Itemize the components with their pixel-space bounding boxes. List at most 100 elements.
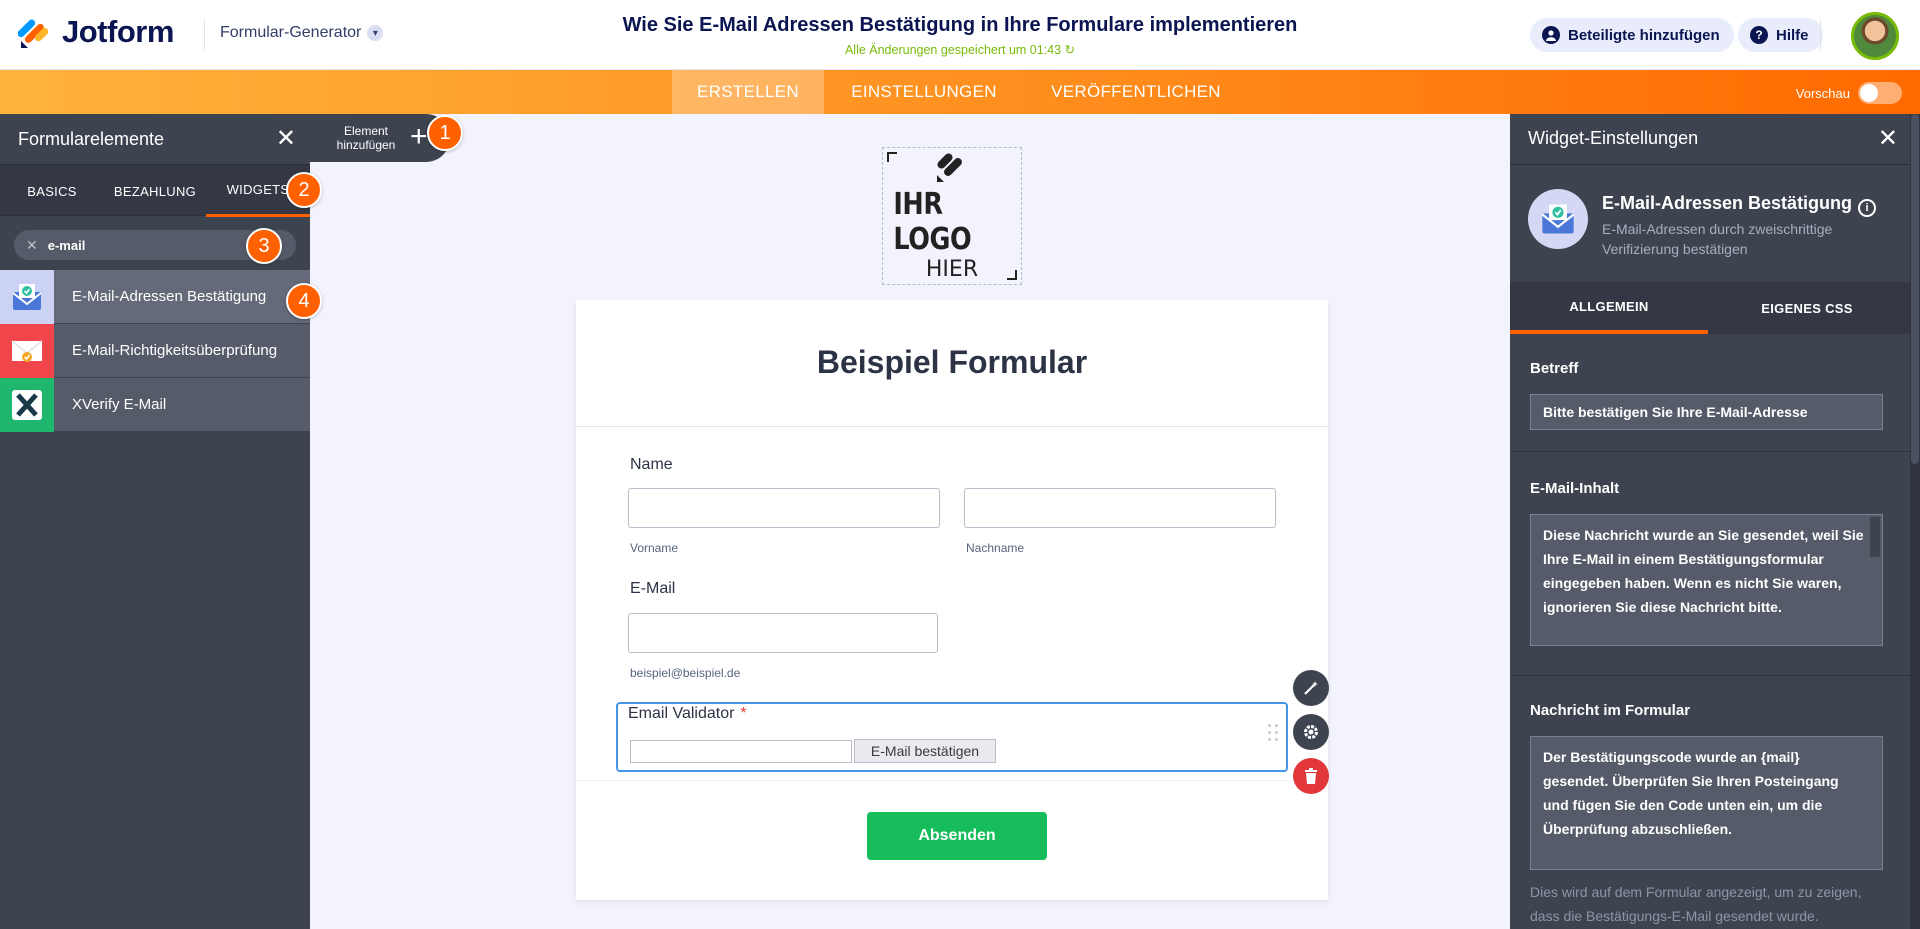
close-icon[interactable]: ✕ (276, 127, 296, 151)
logo-placeholder[interactable]: IHR LOGO HIER (882, 147, 1022, 285)
widget-search-input[interactable] (47, 237, 228, 253)
submit-button[interactable]: Absenden (867, 812, 1047, 860)
step-badge-4: 4 (286, 283, 322, 319)
email-content-text: Diese Nachricht wurde an Sie gesendet, w… (1543, 527, 1864, 615)
email-input[interactable] (628, 613, 938, 653)
tab-payment[interactable]: BEZAHLUNG (104, 165, 206, 217)
widget-item-email-confirmation[interactable]: E-Mail-Adressen Bestätigung (0, 269, 310, 324)
settings-tabs: ALLGEMEIN EIGENES CSS (1510, 282, 1910, 334)
email-content-section: E-Mail-Inhalt Diese Nachricht wurde an S… (1510, 452, 1910, 676)
widget-item-label: XVerify E-Mail (72, 396, 167, 413)
divider (576, 780, 1328, 781)
crop-corner (1007, 270, 1017, 280)
preview-control: Vorschau (1796, 82, 1902, 104)
tab-general[interactable]: ALLGEMEIN (1510, 282, 1708, 334)
widget-item-label: E-Mail-Richtigkeitsüberprüfung (72, 342, 278, 359)
widget-info: E-Mail-Adressen Bestätigung E-Mail-Adres… (1510, 164, 1910, 282)
first-name-input[interactable] (628, 488, 940, 528)
form-title[interactable]: Beispiel Formular (576, 344, 1328, 381)
first-name-sublabel: Vorname (630, 541, 679, 555)
form-message-label: Nachricht im Formular (1530, 702, 1691, 719)
tab-publish[interactable]: VERÖFFENTLICHEN (1024, 70, 1248, 114)
textarea-scrollbar[interactable] (1870, 517, 1880, 557)
info-icon[interactable]: i (1858, 199, 1876, 217)
header-divider (204, 20, 205, 50)
widget-item-email-validation[interactable]: E-Mail-Richtigkeitsüberprüfung (0, 323, 310, 378)
last-name-input[interactable] (964, 488, 1276, 528)
crop-corner (887, 152, 897, 162)
builder-dropdown[interactable]: Formular-Generator ▾ (220, 24, 384, 42)
divider (576, 426, 1328, 427)
preview-toggle[interactable] (1858, 82, 1902, 104)
required-mark: * (740, 705, 747, 722)
form-message-hint: Dies wird auf dem Formular angezeigt, um… (1530, 884, 1862, 924)
panel-header: Formularelemente ✕ (0, 114, 310, 164)
verify-email-button[interactable]: E-Mail bestätigen (854, 739, 996, 763)
subject-section: Betreff Bitte bestätigen Sie Ihre E-Mail… (1510, 334, 1910, 452)
top-header: Jotform Formular-Generator ▾ Wie Sie E-M… (0, 0, 1920, 70)
question-icon: ? (1750, 26, 1768, 44)
logo-placeholder-title: IHR LOGO (893, 186, 972, 257)
widget-item-xverify[interactable]: XVerify E-Mail (0, 377, 310, 432)
email-sublabel: beispiel@beispiel.de (630, 666, 741, 680)
form-card: Beispiel Formular Name Vorname Nachname … (576, 300, 1328, 900)
add-participants-label: Beteiligte hinzufügen (1568, 26, 1720, 44)
tab-settings[interactable]: EINSTELLUNGEN (824, 70, 1024, 114)
magic-wand-icon[interactable] (1293, 670, 1329, 706)
gear-icon[interactable] (1293, 714, 1329, 750)
step-badge-2: 2 (286, 172, 322, 208)
header-divider-right (1820, 20, 1821, 50)
refresh-icon: ↻ (1064, 43, 1076, 57)
add-participants-button[interactable]: Beteiligte hinzufügen (1530, 18, 1734, 52)
panel-title: Formularelemente (18, 128, 165, 149)
panel-scrollbar[interactable] (1910, 114, 1920, 929)
logo-placeholder-subtitle: HIER (925, 256, 979, 282)
jotform-logo[interactable]: Jotform (18, 14, 174, 50)
help-button[interactable]: ? Hilfe (1738, 18, 1823, 52)
widget-description: E-Mail-Adressen durch zweischrittige Ver… (1602, 221, 1833, 257)
preview-label: Vorschau (1795, 85, 1850, 101)
last-name-sublabel: Nachname (966, 541, 1025, 555)
envelope-check-icon (1528, 189, 1588, 249)
jotform-logo-icon (18, 19, 49, 48)
tab-basics[interactable]: BASICS (0, 165, 104, 217)
trash-icon[interactable] (1293, 758, 1329, 794)
add-element-label: Element hinzufügen (336, 124, 396, 152)
panel-title: Widget-Einstellungen (1528, 128, 1699, 148)
widget-name: E-Mail-Adressen Bestätigung (1602, 193, 1853, 213)
element-tabs: BASICS BEZAHLUNG WIDGETS (0, 164, 310, 217)
chevron-down-icon: ▾ (367, 25, 384, 41)
email-label: E-Mail (630, 580, 676, 597)
clear-search-icon[interactable]: ✕ (26, 237, 38, 254)
drag-handle-icon[interactable] (1268, 724, 1280, 746)
validator-label-text: Email Validator (628, 705, 735, 722)
form-message-text: Der Bestätigungscode wurde an {mail} ges… (1543, 749, 1839, 837)
user-avatar[interactable] (1851, 12, 1899, 60)
form-message-section: Nachricht im Formular Der Bestätigungsco… (1510, 676, 1910, 929)
save-status-text: Alle Änderungen gespeichert um 01:43 (844, 43, 1062, 57)
tab-create[interactable]: ERSTELLEN (672, 70, 824, 114)
email-content-textarea[interactable]: Diese Nachricht wurde an Sie gesendet, w… (1530, 514, 1883, 646)
email-validator-field[interactable]: Email Validator * E-Mail bestätigen (616, 702, 1288, 772)
scrollbar-thumb[interactable] (1911, 114, 1919, 464)
brand-name: Jotform (62, 14, 174, 49)
email-content-label: E-Mail-Inhalt (1530, 480, 1620, 497)
widget-settings-panel: Widget-Einstellungen ✕ E-Mail-Adressen B… (1510, 114, 1920, 929)
envelope-check-icon (0, 269, 54, 324)
validator-label: Email Validator * (628, 705, 747, 723)
help-label: Hilfe (1776, 26, 1809, 44)
form-message-textarea[interactable]: Der Bestätigungscode wurde an {mail} ges… (1530, 736, 1883, 870)
subject-input[interactable]: Bitte bestätigen Sie Ihre E-Mail-Adresse (1530, 394, 1883, 430)
tab-custom-css[interactable]: EIGENES CSS (1708, 282, 1906, 334)
step-badge-3: 3 (246, 228, 282, 264)
builder-label: Formular-Generator (220, 24, 362, 41)
close-icon[interactable]: ✕ (1878, 124, 1898, 153)
builder-mode-bar: ERSTELLEN EINSTELLUNGEN VERÖFFENTLICHEN … (0, 70, 1920, 114)
name-label: Name (630, 456, 673, 473)
step-badge-1: 1 (427, 115, 463, 151)
widget-item-label: E-Mail-Adressen Bestätigung (72, 288, 267, 305)
user-icon (1542, 26, 1560, 44)
envelope-badge-icon (0, 323, 54, 378)
plus-icon: + (410, 120, 428, 153)
validator-input[interactable] (630, 740, 852, 763)
